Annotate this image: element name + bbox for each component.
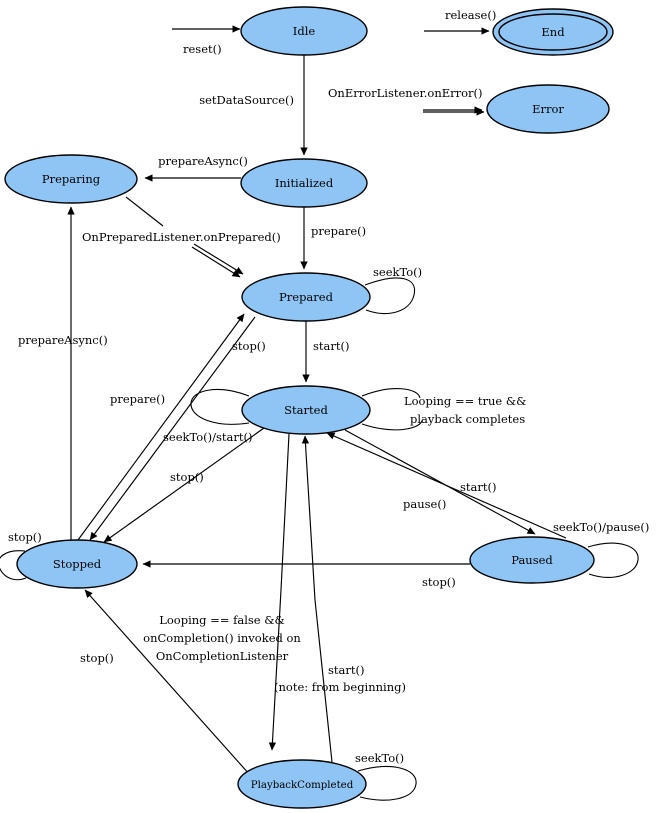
state-node-preparing[interactable]: Preparing <box>4 154 138 204</box>
state-node-started[interactable]: Started <box>241 385 371 435</box>
edge-label-start-from-completed-2: (note: from beginning) <box>274 680 406 694</box>
transition-completed-to-started: start() (note: from beginning) <box>274 435 406 763</box>
state-label-playbackcompleted: PlaybackCompleted <box>251 780 354 791</box>
edge-label-looping-false-1: Looping == false && <box>159 613 285 627</box>
edge-label-set-data-source: setDataSource() <box>199 93 294 107</box>
edge-label-start-from-completed-1: start() <box>328 663 364 677</box>
edge-label-stop-self-stopped: stop() <box>8 530 42 544</box>
transition-started-to-paused: pause() <box>344 429 536 535</box>
edge-label-seek-to-pause: seekTo()/pause() <box>553 520 649 534</box>
edge-label-prepare: prepare() <box>311 224 366 238</box>
transition-completed-self: seekTo() <box>355 751 417 801</box>
state-node-error[interactable]: Error <box>486 84 610 134</box>
transition-prepared-seek-to: seekTo() <box>364 265 422 314</box>
state-label-prepared: Prepared <box>279 290 334 304</box>
transition-paused-to-stopped: stop() <box>142 560 470 589</box>
edge-label-seek-to-start: seekTo()/start() <box>163 430 253 444</box>
edge-label-on-error: OnErrorListener.onError() <box>328 86 483 100</box>
edge-label-stop-paused-to-stopped: stop() <box>422 575 456 589</box>
transition-release: release() <box>424 8 496 35</box>
state-node-prepared[interactable]: Prepared <box>241 272 371 322</box>
state-label-preparing: Preparing <box>42 172 101 186</box>
media-player-state-diagram: reset() release() OnErrorListener.onErro… <box>0 6 649 809</box>
edge-label-stop-started-to-stopped: stop() <box>170 470 204 484</box>
transition-reset: reset() <box>172 25 241 56</box>
transition-on-prepared: OnPreparedListener.onPrepared() <box>82 196 281 278</box>
state-label-initialized: Initialized <box>275 176 334 190</box>
transition-started-seek-to-start: seekTo()/start() <box>163 389 253 444</box>
state-node-initialized[interactable]: Initialized <box>240 158 368 208</box>
transition-on-error: OnErrorListener.onError() <box>328 86 485 116</box>
state-diagram-canvas: reset() release() OnErrorListener.onErro… <box>0 0 665 813</box>
transition-set-data-source: setDataSource() <box>199 55 308 156</box>
edge-label-stop-completed-to-stopped: stop() <box>80 651 114 665</box>
edge-label-prepare-from-stopped: prepare() <box>110 392 165 406</box>
state-node-stopped[interactable]: Stopped <box>16 539 138 589</box>
edge-label-prepare-async-top: prepareAsync() <box>158 154 248 168</box>
transition-started-to-completed: Looping == false && onCompletion() invok… <box>143 433 301 751</box>
edge-label-looping-true-1: Looping == true && <box>404 394 526 408</box>
transition-prepare-async-top: prepareAsync() <box>144 154 248 182</box>
edge-label-prepare-async-left: prepareAsync() <box>18 333 108 347</box>
state-label-paused: Paused <box>511 553 553 567</box>
edge-label-looping-true-2: playback completes <box>410 412 525 426</box>
edge-label-seek-to-prepared: seekTo() <box>373 265 422 279</box>
edge-label-pause: pause() <box>403 497 446 511</box>
state-node-playbackcompleted[interactable]: PlaybackCompleted <box>237 759 367 809</box>
edge-label-on-prepared: OnPreparedListener.onPrepared() <box>82 230 281 244</box>
edge-label-looping-false-2: onCompletion() invoked on <box>143 631 301 645</box>
transition-stopped-to-prepared: prepare() <box>77 313 245 541</box>
state-label-started: Started <box>284 403 328 417</box>
state-node-end[interactable]: End <box>492 8 614 56</box>
transition-paused-to-started: start() <box>326 432 567 539</box>
edge-label-start-prepared: start() <box>313 339 349 353</box>
edge-label-start-from-paused: start() <box>460 480 496 494</box>
transition-prepared-to-stopped: stop() <box>89 316 266 541</box>
transition-start-prepared: start() <box>302 321 349 383</box>
state-label-idle: Idle <box>293 24 316 38</box>
state-node-idle[interactable]: Idle <box>240 6 368 56</box>
state-label-stopped: Stopped <box>53 557 102 571</box>
state-label-end: End <box>541 25 565 39</box>
edge-label-reset: reset() <box>183 42 222 56</box>
transition-started-looping-true: Looping == true && playback completes <box>361 388 526 431</box>
edge-label-stop-prepared-to-stopped: stop() <box>232 339 266 353</box>
state-node-paused[interactable]: Paused <box>469 536 595 584</box>
transition-stopped-to-preparing: prepareAsync() <box>18 206 108 540</box>
edge-label-looping-false-3: OnCompletionListener <box>156 649 289 663</box>
transition-started-to-stopped: stop() <box>103 427 265 543</box>
state-label-error: Error <box>532 102 564 116</box>
edge-label-release: release() <box>445 8 496 22</box>
edge-label-seek-to-completed: seekTo() <box>355 751 404 765</box>
transition-prepare: prepare() <box>300 207 366 270</box>
